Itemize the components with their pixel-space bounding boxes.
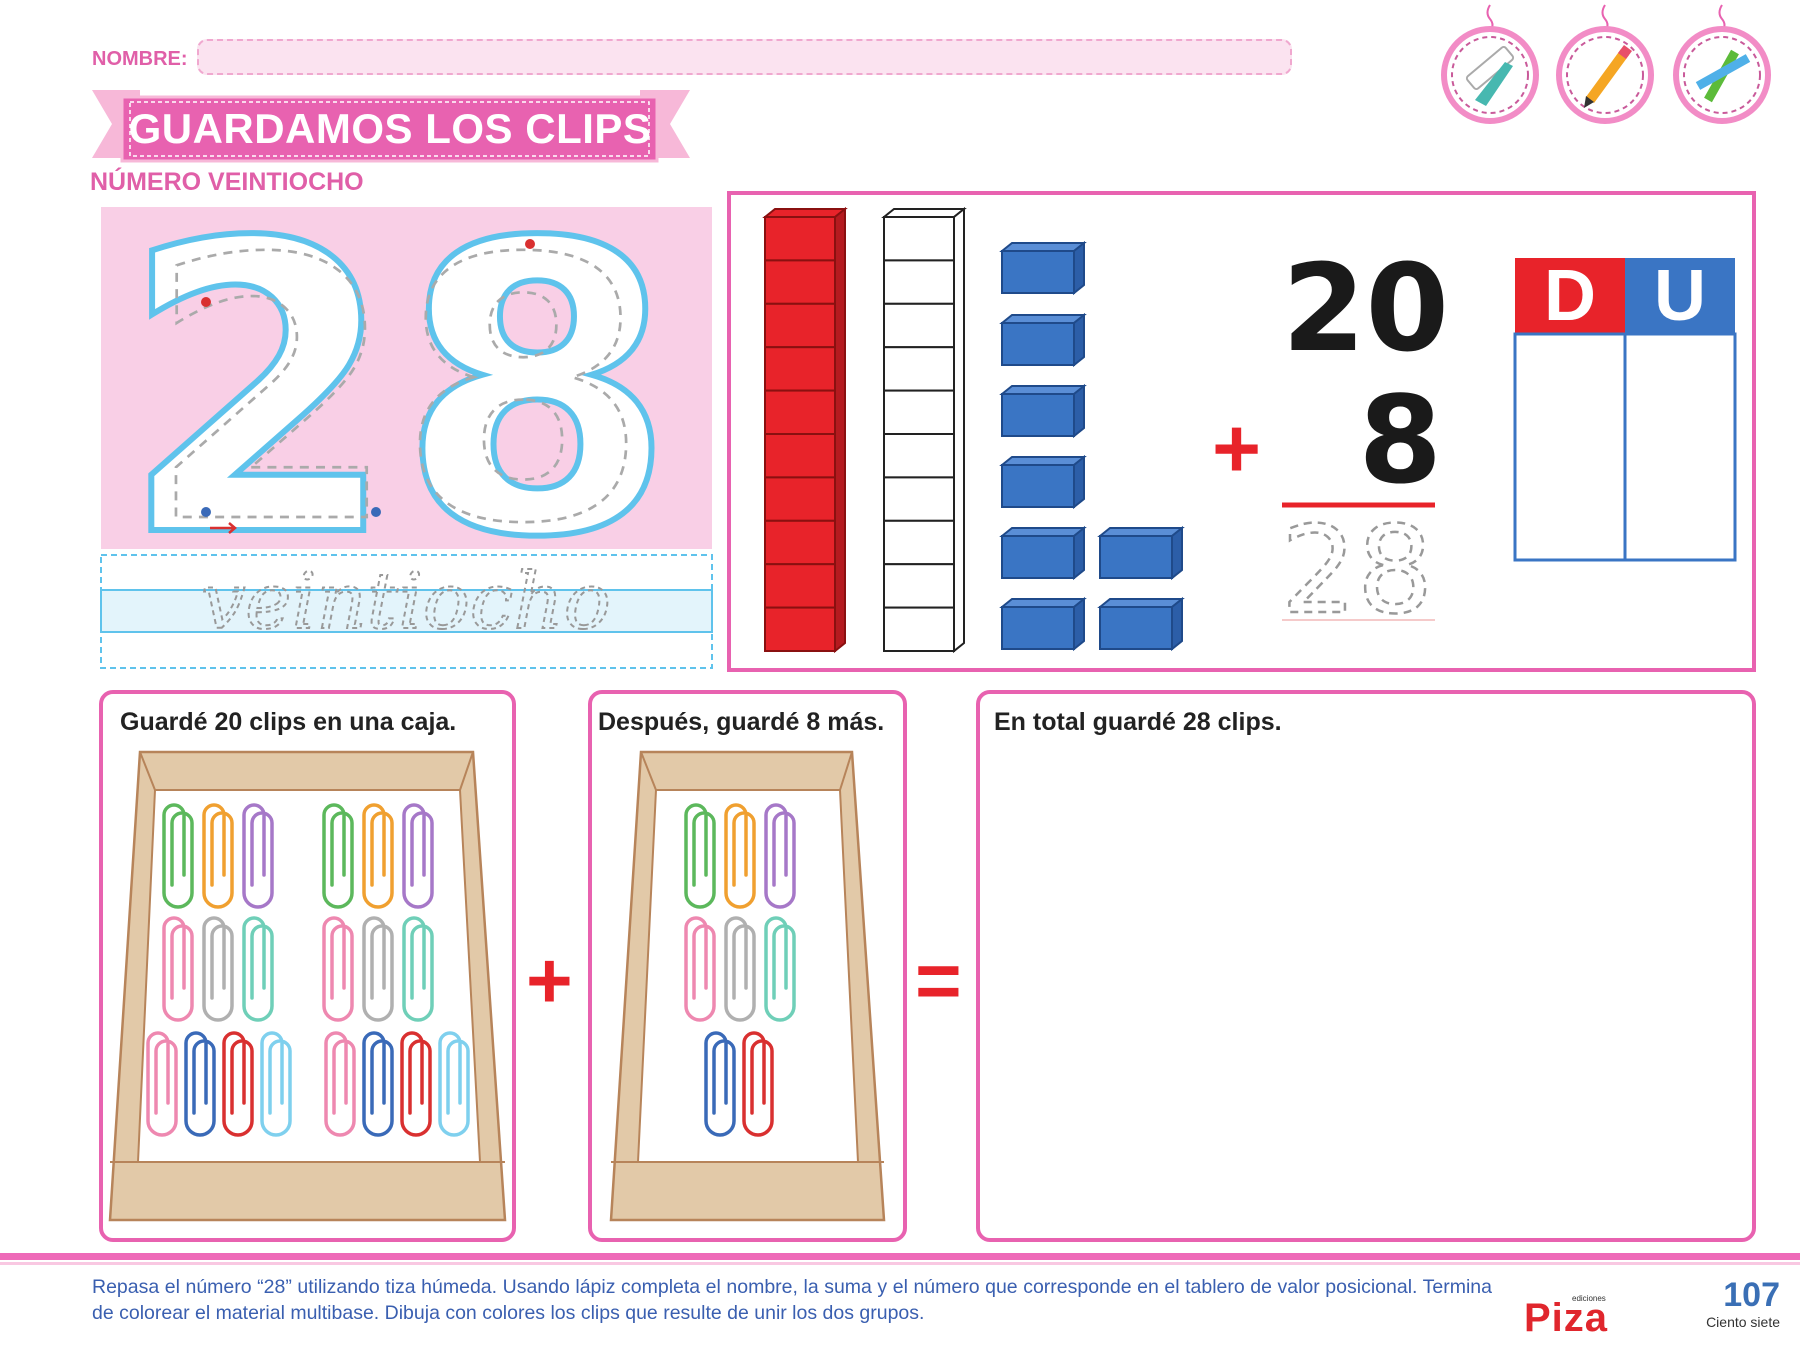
rod-unit	[764, 389, 836, 436]
units-cell[interactable]	[1623, 332, 1737, 562]
start-dot	[201, 297, 211, 307]
rod-unit	[764, 433, 836, 479]
tens-label: D	[1544, 256, 1596, 336]
chalk-icon	[1441, 4, 1539, 124]
page-title: GUARDAMOS LOS CLIPS	[128, 105, 652, 152]
tens-rod	[881, 206, 967, 654]
box2-caption: Después, guardé 8 más.	[598, 708, 885, 736]
pencil-icon	[1556, 4, 1654, 124]
unit-cube	[999, 525, 1087, 581]
rod-unit	[883, 259, 955, 305]
page-number-words: Ciento siete	[1706, 1314, 1780, 1330]
tracing-word: veintiocho	[201, 557, 611, 647]
plus-operator: +	[526, 936, 573, 1025]
worksheet-page: 28 28 veintiocho 28 NOMBRE: GUARDAMOS LO…	[0, 0, 1800, 1363]
rod-unit	[883, 389, 955, 436]
addend-1: 20	[1282, 240, 1449, 379]
drawing-area[interactable]	[976, 690, 1756, 1242]
colored-pencils-icon	[1673, 4, 1771, 124]
rod-unit	[883, 433, 955, 479]
rod-unit	[764, 216, 836, 262]
name-input[interactable]	[197, 39, 1292, 75]
box3-caption: En total guardé 28 clips.	[994, 708, 1282, 736]
unit-cube	[999, 383, 1087, 439]
rod-unit	[883, 476, 955, 522]
addend-2: 8	[1358, 372, 1443, 511]
tracing-number-dashes: 28	[148, 183, 649, 602]
clip-box	[108, 750, 507, 1222]
footer-divider	[0, 1253, 1800, 1260]
unit-cube	[999, 454, 1087, 510]
end-dot	[371, 507, 381, 517]
rod-unit	[764, 259, 836, 305]
rod-unit	[883, 519, 955, 566]
rod-unit	[764, 606, 836, 652]
start-dot	[525, 239, 535, 249]
instructions: Repasa el número “28” utilizando tiza hú…	[92, 1276, 1492, 1324]
rod-unit	[883, 216, 955, 262]
plus-sign: +	[1212, 401, 1262, 495]
rod-unit	[883, 606, 955, 652]
rod-unit	[883, 346, 955, 392]
unit-cube	[1097, 525, 1185, 581]
rod-unit	[764, 346, 836, 392]
rod-unit	[764, 563, 836, 609]
start-dot	[201, 507, 211, 517]
rod-unit	[883, 302, 955, 349]
box1-caption: Guardé 20 clips en una caja.	[120, 708, 457, 736]
rod-unit	[883, 563, 955, 609]
unit-cube	[999, 596, 1087, 652]
page-subtitle: NÚMERO VEINTIOCHO	[90, 168, 364, 196]
page-number: 107	[1723, 1276, 1780, 1314]
rod-unit	[764, 302, 836, 349]
publisher-logo: Piza	[1524, 1296, 1609, 1340]
rod-unit	[764, 519, 836, 566]
unit-cube	[999, 240, 1087, 296]
name-label: NOMBRE:	[92, 48, 188, 70]
tens-cell[interactable]	[1513, 332, 1627, 562]
unit-cube	[1097, 596, 1185, 652]
worksheet-artwork: 28 28 veintiocho 28	[0, 4, 1800, 1265]
units-label: U	[1654, 256, 1706, 336]
unit-cube	[999, 312, 1087, 368]
tens-rod	[762, 206, 848, 654]
rod-unit	[764, 476, 836, 522]
equals-operator: =	[915, 936, 962, 1025]
